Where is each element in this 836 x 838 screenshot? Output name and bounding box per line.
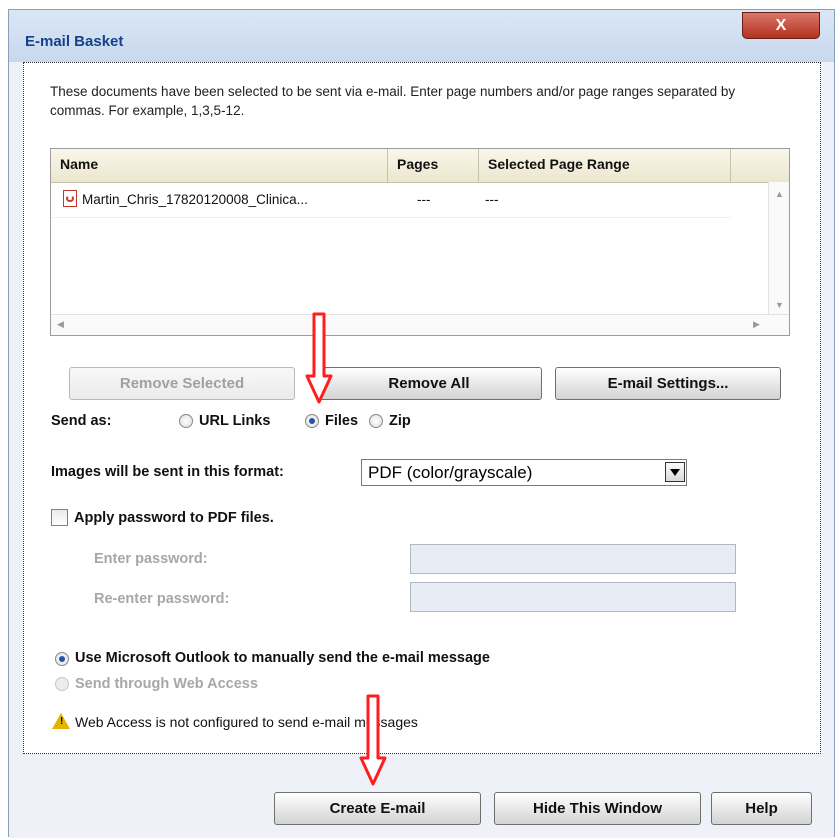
document-name: Martin_Chris_17820120008_Clinica...	[82, 192, 308, 207]
send-as-label: Send as:	[51, 413, 112, 429]
email-settings-button[interactable]: E-mail Settings...	[555, 367, 781, 400]
close-button[interactable]: X	[742, 12, 820, 39]
footer-bar: Create E-mail Hide This Window Help	[9, 754, 834, 838]
help-button[interactable]: Help	[711, 792, 812, 825]
scroll-up-icon[interactable]: ▲	[775, 189, 784, 199]
title-bar: E-mail Basket X	[9, 10, 834, 62]
use-outlook-label[interactable]: Use Microsoft Outlook to manually send t…	[75, 650, 490, 666]
scroll-down-icon[interactable]: ▼	[775, 300, 784, 310]
document-pages: ---	[417, 192, 431, 207]
instructions-text: These documents have been selected to be…	[50, 84, 736, 118]
warning-icon-mark: !	[60, 716, 64, 727]
vertical-scrollbar[interactable]: ▲ ▼	[768, 182, 789, 317]
radio-files[interactable]	[305, 414, 319, 428]
hide-window-button[interactable]: Hide This Window	[494, 792, 701, 825]
documents-list[interactable]: Name Pages Selected Page Range Martin_Ch…	[50, 148, 790, 336]
document-row[interactable]: Martin_Chris_17820120008_Clinica... --- …	[51, 183, 731, 218]
format-label: Images will be sent in this format:	[51, 464, 284, 480]
radio-zip[interactable]	[369, 414, 383, 428]
apply-password-checkbox[interactable]	[51, 509, 68, 526]
close-icon: X	[775, 17, 787, 34]
dropdown-arrow-icon[interactable]	[665, 462, 685, 482]
files-label[interactable]: Files	[325, 413, 358, 429]
create-email-button[interactable]: Create E-mail	[274, 792, 481, 825]
window-title: E-mail Basket	[25, 33, 124, 50]
enter-password-field[interactable]	[410, 544, 736, 574]
reenter-password-field[interactable]	[410, 582, 736, 612]
column-header-pages[interactable]: Pages	[388, 149, 479, 182]
column-header-range[interactable]: Selected Page Range	[479, 149, 731, 182]
red-arrow-annotation	[305, 312, 333, 404]
scroll-left-icon[interactable]: ◀	[57, 319, 64, 330]
email-basket-window: E-mail Basket X These documents have bee…	[8, 9, 835, 838]
apply-password-label[interactable]: Apply password to PDF files.	[74, 510, 274, 526]
enter-password-label: Enter password:	[94, 551, 208, 567]
radio-use-outlook[interactable]	[55, 652, 69, 666]
radio-web-access[interactable]	[55, 677, 69, 691]
radio-url-links[interactable]	[179, 414, 193, 428]
format-select[interactable]: PDF (color/grayscale)	[361, 459, 687, 486]
horizontal-scrollbar[interactable]: ◀ ▶	[51, 314, 789, 335]
pdf-file-icon	[63, 190, 77, 207]
remove-selected-button[interactable]: Remove Selected	[69, 367, 295, 400]
web-access-label[interactable]: Send through Web Access	[75, 676, 258, 692]
reenter-password-label: Re-enter password:	[94, 591, 230, 607]
format-value: PDF (color/grayscale)	[368, 463, 533, 482]
document-range[interactable]: ---	[485, 183, 499, 217]
red-arrow-annotation-2	[359, 694, 387, 786]
zip-label[interactable]: Zip	[389, 413, 411, 429]
url-links-label[interactable]: URL Links	[199, 413, 270, 429]
column-header-name[interactable]: Name	[51, 149, 388, 182]
scroll-right-icon[interactable]: ▶	[753, 319, 760, 330]
remove-all-button[interactable]: Remove All	[316, 367, 542, 400]
list-header: Name Pages Selected Page Range	[51, 149, 789, 183]
content-panel: These documents have been selected to be…	[23, 62, 821, 754]
